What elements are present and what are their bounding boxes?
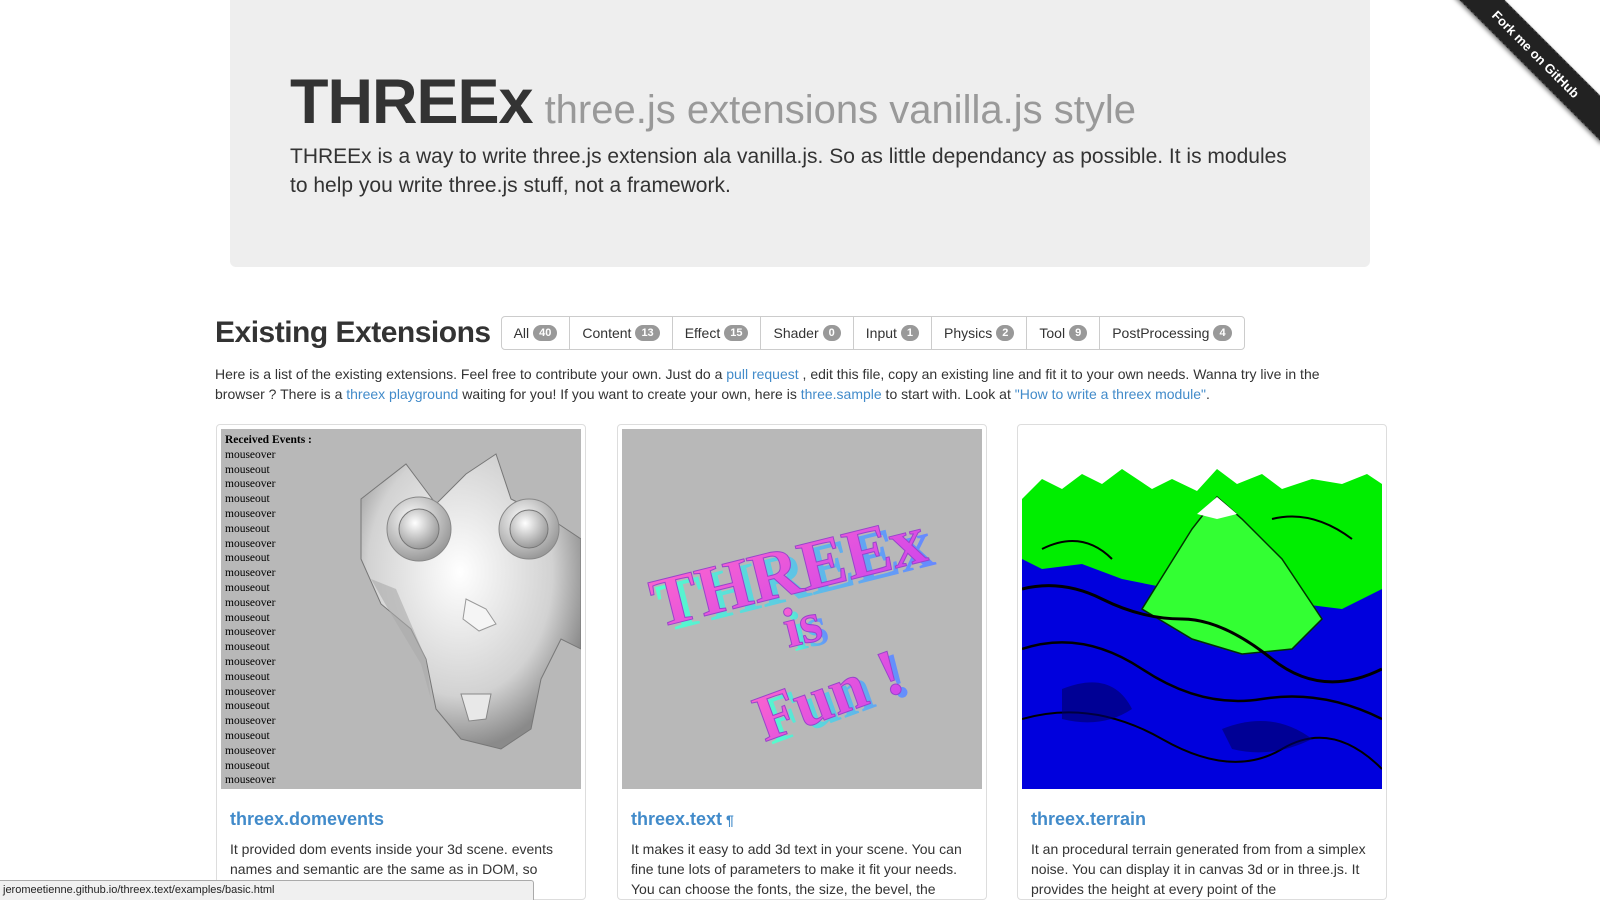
filter-label: Content bbox=[582, 325, 632, 341]
pull-request-link[interactable]: pull request bbox=[726, 366, 798, 382]
card-title-link[interactable]: threex.terrain bbox=[1031, 809, 1146, 830]
card-title-text: threex.domevents bbox=[230, 809, 385, 829]
filter-label: All bbox=[513, 325, 530, 341]
extensions-header: Existing Extensions All 40 Content 13 Effe… bbox=[215, 316, 1245, 350]
threex-text-image: THREEx THREEx is is Fun ! Fun ! bbox=[643, 500, 941, 759]
count-badge: 2 bbox=[996, 325, 1015, 341]
intro-text: . bbox=[1205, 386, 1210, 402]
fork-me-link[interactable]: Fork me on GitHub bbox=[1450, 0, 1600, 144]
count-badge: 1 bbox=[900, 325, 920, 341]
intro-text: to start with. Look at bbox=[881, 386, 1015, 402]
jumbotron: THREEx three.js extensions vanilla.js sty… bbox=[230, 0, 1370, 267]
filter-label: Physics bbox=[944, 325, 993, 341]
filter-shader[interactable]: Shader 0 bbox=[760, 317, 853, 349]
extension-card-terrain: threex.terrain It an procedural terrain … bbox=[1017, 424, 1387, 900]
section-title: Existing Extensions bbox=[215, 316, 491, 349]
card-title-text: threex.terrain bbox=[1031, 809, 1147, 829]
card-title-text: threex.text bbox=[631, 809, 723, 829]
terrain-image bbox=[1022, 429, 1382, 789]
site-title: THREEx bbox=[290, 67, 534, 137]
intro-text: waiting for you! If you want to create y… bbox=[458, 386, 801, 402]
filter-all[interactable]: All 40 bbox=[501, 317, 570, 349]
page-title: THREEx three.js extensions vanilla.js sty… bbox=[290, 66, 1136, 138]
text-thumbnail[interactable]: THREEx THREEx is is Fun ! Fun ! bbox=[622, 429, 982, 789]
monkey-head-image bbox=[360, 453, 581, 750]
filter-group: All 40 Content 13 Effect 15 Shader 0 Input 1 … bbox=[500, 316, 1245, 350]
site-subtitle: three.js extensions vanilla.js style bbox=[544, 88, 1136, 132]
browser-status-bar: jeromeetienne.github.io/threex.text/exam… bbox=[0, 880, 534, 900]
filter-content[interactable]: Content 13 bbox=[569, 317, 672, 349]
filter-label: PostProcessing bbox=[1112, 325, 1210, 341]
intro-text: Here is a list of the existing extension… bbox=[215, 366, 727, 382]
extension-card-domevents: Received Events : mouseover mouseout mouse… bbox=[216, 424, 586, 900]
count-badge: 9 bbox=[1069, 325, 1088, 341]
howto-link[interactable]: "How to write a threex module" bbox=[1015, 386, 1206, 402]
card-description: It makes it easy to add 3d text in your … bbox=[631, 841, 962, 897]
github-ribbon[interactable]: Fork me on GitHub bbox=[1450, 0, 1600, 150]
card-title-link[interactable]: threex.text ¶ bbox=[631, 809, 734, 830]
filter-tool[interactable]: Tool 9 bbox=[1026, 317, 1100, 349]
filter-label: Effect bbox=[684, 325, 721, 341]
count-badge: 13 bbox=[635, 325, 660, 341]
domevents-thumbnail[interactable]: Received Events : mouseover mouseout mouse… bbox=[221, 429, 581, 789]
playground-link[interactable]: threex playground bbox=[346, 386, 458, 402]
filter-label: Tool bbox=[1039, 325, 1066, 341]
filter-label: Input bbox=[865, 325, 897, 341]
card-title-link[interactable]: threex.domevents bbox=[230, 809, 384, 830]
filter-label: Shader bbox=[773, 325, 819, 341]
card-description: It an procedural terrain generated from … bbox=[1031, 841, 1366, 897]
filter-input[interactable]: Input 1 bbox=[852, 317, 932, 349]
extension-card-text: THREEx THREEx is is Fun ! Fun ! threex.t… bbox=[617, 424, 987, 900]
intro-paragraph: Here is a list of the existing extension… bbox=[215, 364, 1365, 404]
count-badge: 15 bbox=[724, 325, 749, 341]
filter-physics[interactable]: Physics 2 bbox=[931, 317, 1027, 349]
count-badge: 40 bbox=[533, 325, 558, 341]
count-badge: 4 bbox=[1213, 325, 1232, 341]
terrain-thumbnail[interactable] bbox=[1022, 429, 1382, 789]
sample-link[interactable]: three.sample bbox=[801, 386, 882, 402]
pilcrow-icon[interactable]: ¶ bbox=[726, 812, 734, 828]
count-badge: 0 bbox=[822, 325, 841, 341]
filter-effect[interactable]: Effect 15 bbox=[671, 317, 761, 349]
filter-postprocessing[interactable]: PostProcessing 4 bbox=[1099, 317, 1244, 349]
card-description: It provided dom events inside your 3d sc… bbox=[230, 841, 553, 877]
site-lead: THREEx is a way to write three.js extens… bbox=[290, 145, 1287, 197]
